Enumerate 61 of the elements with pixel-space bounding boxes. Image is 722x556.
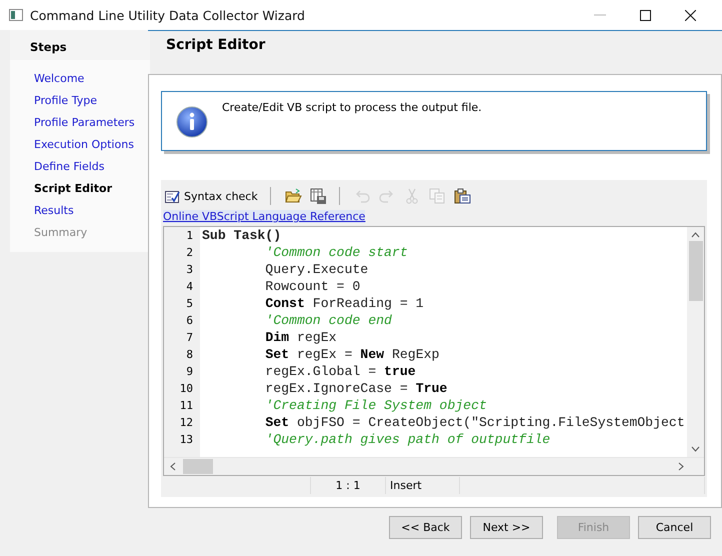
line-number: 3 <box>185 263 193 276</box>
line-number: 13 <box>178 433 193 446</box>
line-number: 4 <box>185 280 193 293</box>
line-number: 5 <box>185 297 193 310</box>
code-comment: 'Query.path gives path of outputfile <box>264 432 550 447</box>
open-folder-icon[interactable] <box>284 188 302 204</box>
line-number: 2 <box>185 246 193 259</box>
clipboard-icon[interactable] <box>454 188 471 204</box>
code-line: Set objFSO = CreateObject("Scripting.FileSystemObject <box>264 415 685 430</box>
page-title: Script Editor <box>166 37 266 53</box>
wizard-button[interactable]: Cancel <box>638 516 711 539</box>
info-message: Create/Edit VB script to process the output file. <box>222 101 482 114</box>
code-line: regEx.IgnoreCase = True <box>264 381 448 396</box>
code-line: Const ForReading = 1 <box>264 296 424 311</box>
code-line: Query.Execute <box>264 262 368 277</box>
vertical-scrollbar[interactable] <box>687 227 704 457</box>
steps-heading: Steps <box>10 30 150 60</box>
code-comment: 'Common code end <box>264 313 392 328</box>
code-editor[interactable] <box>163 226 705 476</box>
line-number: 11 <box>178 399 193 412</box>
code-line: Sub Task() <box>202 228 282 243</box>
cursor-position: 1 : 1 <box>336 479 360 492</box>
step-link[interactable]: Profile Type <box>34 90 150 112</box>
step-link[interactable]: Profile Parameters <box>34 112 150 134</box>
step-link[interactable]: Script Editor <box>34 178 150 200</box>
line-number: 8 <box>185 348 193 361</box>
code-line: regEx.Global = true <box>264 364 416 379</box>
line-number: 7 <box>185 331 193 344</box>
line-number: 9 <box>185 365 193 378</box>
scroll-thumb[interactable] <box>183 459 213 474</box>
checklist-icon <box>165 190 180 202</box>
line-number: 6 <box>185 314 193 327</box>
scroll-down-icon[interactable] <box>691 446 700 452</box>
scroll-right-icon[interactable] <box>678 462 684 471</box>
info-icon <box>176 106 208 138</box>
scroll-left-icon[interactable] <box>170 462 176 471</box>
code-comment: 'Creating File System object <box>264 398 487 413</box>
step-link[interactable]: Results <box>34 200 150 222</box>
save-icon[interactable] <box>310 188 327 204</box>
close-icon[interactable] <box>685 10 696 20</box>
code-line: Set regEx = New RegExp <box>264 347 440 362</box>
insert-mode: Insert <box>390 479 422 492</box>
scroll-thumb[interactable] <box>688 241 702 301</box>
reference-link[interactable]: Online VBScript Language Reference <box>163 210 366 223</box>
wizard-button[interactable]: Next >> <box>470 516 543 539</box>
line-number: 10 <box>178 382 193 395</box>
step-link[interactable]: Execution Options <box>34 134 150 156</box>
step-link[interactable]: Welcome <box>34 68 150 90</box>
code-line: Rowcount = 0 <box>264 279 360 294</box>
app-icon <box>9 9 23 21</box>
horizontal-scrollbar[interactable] <box>164 457 704 475</box>
maximize-icon[interactable] <box>640 10 651 20</box>
wizard-button[interactable]: << Back <box>389 516 462 539</box>
step-link[interactable]: Define Fields <box>34 156 150 178</box>
scroll-up-icon[interactable] <box>691 232 700 238</box>
code-line: Dim regEx <box>264 330 337 345</box>
line-number: 12 <box>178 416 193 429</box>
code-comment: 'Common code start <box>264 245 408 260</box>
syntax-check-button[interactable]: Syntax check <box>163 190 260 202</box>
line-number: 1 <box>185 229 193 242</box>
window-title: Command Line Utility Data Collector Wizard <box>30 8 305 22</box>
